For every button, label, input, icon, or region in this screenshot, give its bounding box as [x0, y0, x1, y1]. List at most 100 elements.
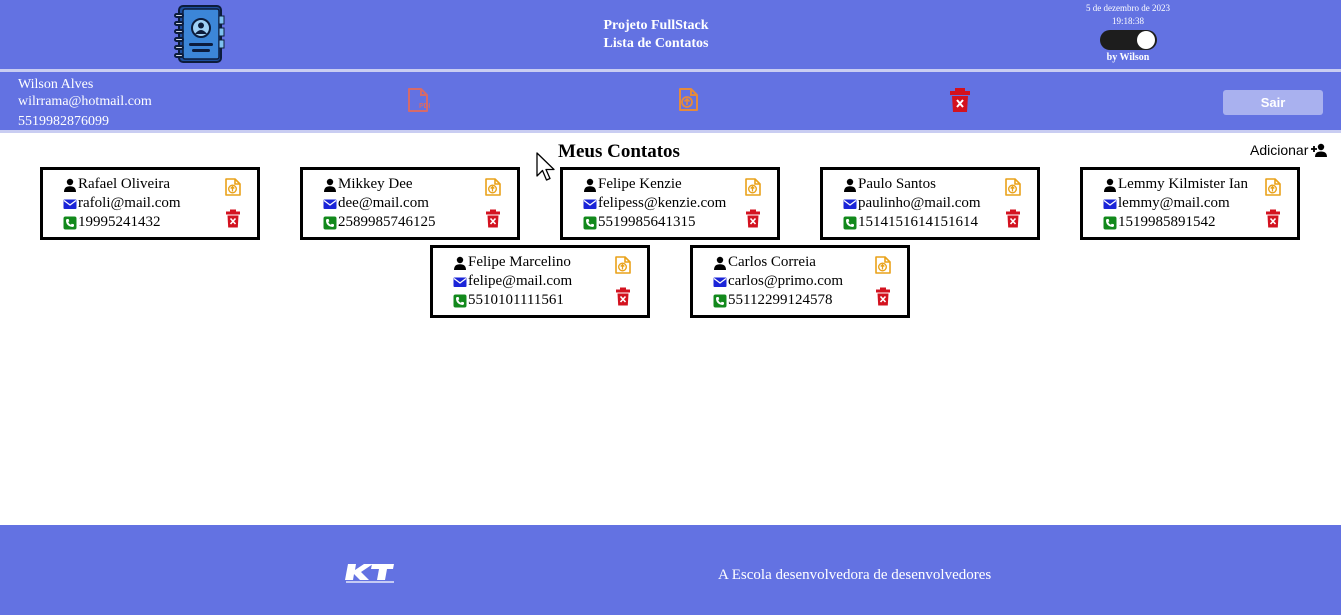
app-title: Projeto FullStack Lista de Contatos	[560, 17, 752, 53]
user-bar: Wilson Alves wilrrama@hotmail.com 551998…	[0, 72, 1341, 130]
user-icon	[1104, 178, 1116, 192]
contact-email: paulinho@mail.com	[858, 195, 981, 211]
delete-contact-icon[interactable]	[875, 287, 891, 306]
contact-name-row: Felipe Marcelino	[453, 253, 571, 272]
add-contact-button[interactable]: Adicionar	[1250, 142, 1328, 158]
contact-phone-row: 55112299124578	[713, 291, 832, 310]
contact-email-row: lemmy@mail.com	[1103, 194, 1230, 213]
logout-button[interactable]: Sair	[1223, 90, 1323, 115]
contact-name: Mikkey Dee	[338, 176, 413, 192]
user-icon	[324, 178, 336, 192]
delete-contact-icon[interactable]	[485, 209, 501, 228]
contact-card: Felipe Marcelino felipe@mail.com 551010111…	[430, 245, 650, 318]
phone-icon	[583, 216, 597, 229]
edit-contact-icon[interactable]	[873, 255, 893, 275]
contact-phone-row: 2589985746125	[323, 213, 436, 232]
add-contact-label: Adicionar	[1250, 142, 1309, 158]
contact-name: Felipe Marcelino	[468, 254, 571, 270]
edit-contact-icon[interactable]	[1003, 177, 1023, 197]
delete-contact-icon[interactable]	[225, 209, 241, 228]
contact-phone-row: 5519985641315	[583, 213, 696, 232]
address-book-icon	[174, 5, 225, 63]
email-icon	[453, 277, 467, 287]
phone-icon	[453, 294, 467, 307]
contact-card: Lemmy Kilmister Ian lemmy@mail.com 1519985…	[1080, 167, 1300, 240]
contact-email: dee@mail.com	[338, 195, 429, 211]
user-info: Wilson Alves wilrrama@hotmail.com 551998…	[18, 76, 152, 130]
contact-phone: 5510101111561	[468, 292, 564, 308]
email-icon	[583, 199, 597, 209]
contact-card: Felipe Kenzie felipess@kenzie.com 55199856…	[560, 167, 780, 240]
delete-contact-icon[interactable]	[745, 209, 761, 228]
email-icon	[63, 199, 77, 209]
contact-email-row: felipess@kenzie.com	[583, 194, 726, 213]
contact-name: Felipe Kenzie	[598, 176, 682, 192]
byline: by Wilson	[1106, 52, 1150, 63]
edit-contact-icon[interactable]	[743, 177, 763, 197]
contact-name: Carlos Correia	[728, 254, 816, 270]
phone-icon	[843, 216, 857, 229]
contact-email: carlos@primo.com	[728, 273, 844, 289]
app-title-line2: Lista de Contatos	[603, 36, 709, 51]
edit-contact-icon[interactable]	[1263, 177, 1283, 197]
phone-icon	[713, 294, 727, 307]
contact-name-row: Lemmy Kilmister Ian	[1103, 175, 1248, 194]
delete-contact-icon[interactable]	[615, 287, 631, 306]
email-icon	[843, 199, 857, 209]
user-name: Wilson Alves	[18, 77, 94, 92]
user-icon	[64, 178, 76, 192]
contact-email-row: paulinho@mail.com	[843, 194, 981, 213]
user-icon	[584, 178, 596, 192]
datetime: 5 de dezembro de 2023 19:18:38	[1068, 2, 1188, 28]
phone-icon	[1103, 216, 1117, 229]
contact-card: Carlos Correia carlos@primo.com 5511229912…	[690, 245, 910, 318]
contact-phone-row: 19995241432	[63, 213, 161, 232]
app-title-line1: Projeto FullStack	[603, 18, 709, 33]
subheader-divider	[0, 130, 1341, 133]
user-icon	[844, 178, 856, 192]
contact-name: Paulo Santos	[858, 176, 936, 192]
toggle-knob	[1137, 31, 1155, 49]
user-icon	[454, 256, 466, 270]
contact-email-row: dee@mail.com	[323, 194, 429, 213]
file-export-icon[interactable]	[676, 87, 700, 113]
contact-email: rafoli@mail.com	[78, 195, 181, 211]
contact-phone: 1519985891542	[1118, 214, 1216, 230]
contact-name-row: Rafael Oliveira	[63, 175, 170, 194]
contact-phone: 19995241432	[78, 214, 161, 230]
delete-contact-icon[interactable]	[1265, 209, 1281, 228]
contact-phone: 55112299124578	[728, 292, 833, 308]
contact-email-row: rafoli@mail.com	[63, 194, 181, 213]
contact-name-row: Carlos Correia	[713, 253, 816, 272]
edit-contact-icon[interactable]	[613, 255, 633, 275]
kenzie-logo-icon	[345, 564, 394, 583]
theme-toggle[interactable]	[1100, 30, 1157, 50]
email-icon	[713, 277, 727, 287]
contact-name: Rafael Oliveira	[78, 176, 171, 192]
user-email: wilrrama@hotmail.com	[18, 94, 152, 109]
contact-phone: 5519985641315	[598, 214, 696, 230]
phone-icon	[323, 216, 337, 229]
edit-contact-icon[interactable]	[483, 177, 503, 197]
contact-phone-row: 1519985891542	[1103, 213, 1216, 232]
user-phone: 5519982876099	[18, 114, 109, 129]
add-user-icon	[1311, 143, 1328, 157]
time-text: 19:18:38	[1111, 16, 1144, 26]
contact-card: Mikkey Dee dee@mail.com 2589985746125	[300, 167, 520, 240]
contact-phone-row: 5510101111561	[453, 291, 564, 310]
contact-phone-row: 1514151614151614	[843, 213, 978, 232]
contact-name-row: Felipe Kenzie	[583, 175, 682, 194]
contact-card: Rafael Oliveira rafoli@mail.com 1999524143…	[40, 167, 260, 240]
footer: A Escola desenvolvedora de desenvolvedor…	[0, 525, 1341, 615]
trash-icon[interactable]	[948, 87, 972, 113]
footer-slogan: A Escola desenvolvedora de desenvolvedor…	[718, 567, 992, 583]
delete-contact-icon[interactable]	[1005, 209, 1021, 228]
user-icon	[714, 256, 726, 270]
contact-email: lemmy@mail.com	[1118, 195, 1230, 211]
top-header: Projeto FullStack Lista de Contatos 5 de…	[0, 0, 1341, 69]
phone-icon	[63, 216, 77, 229]
contact-email: felipe@mail.com	[468, 273, 573, 289]
contact-email-row: carlos@primo.com	[713, 272, 843, 291]
edit-contact-icon[interactable]	[223, 177, 243, 197]
pdf-file-icon[interactable]: PDF	[406, 87, 430, 113]
